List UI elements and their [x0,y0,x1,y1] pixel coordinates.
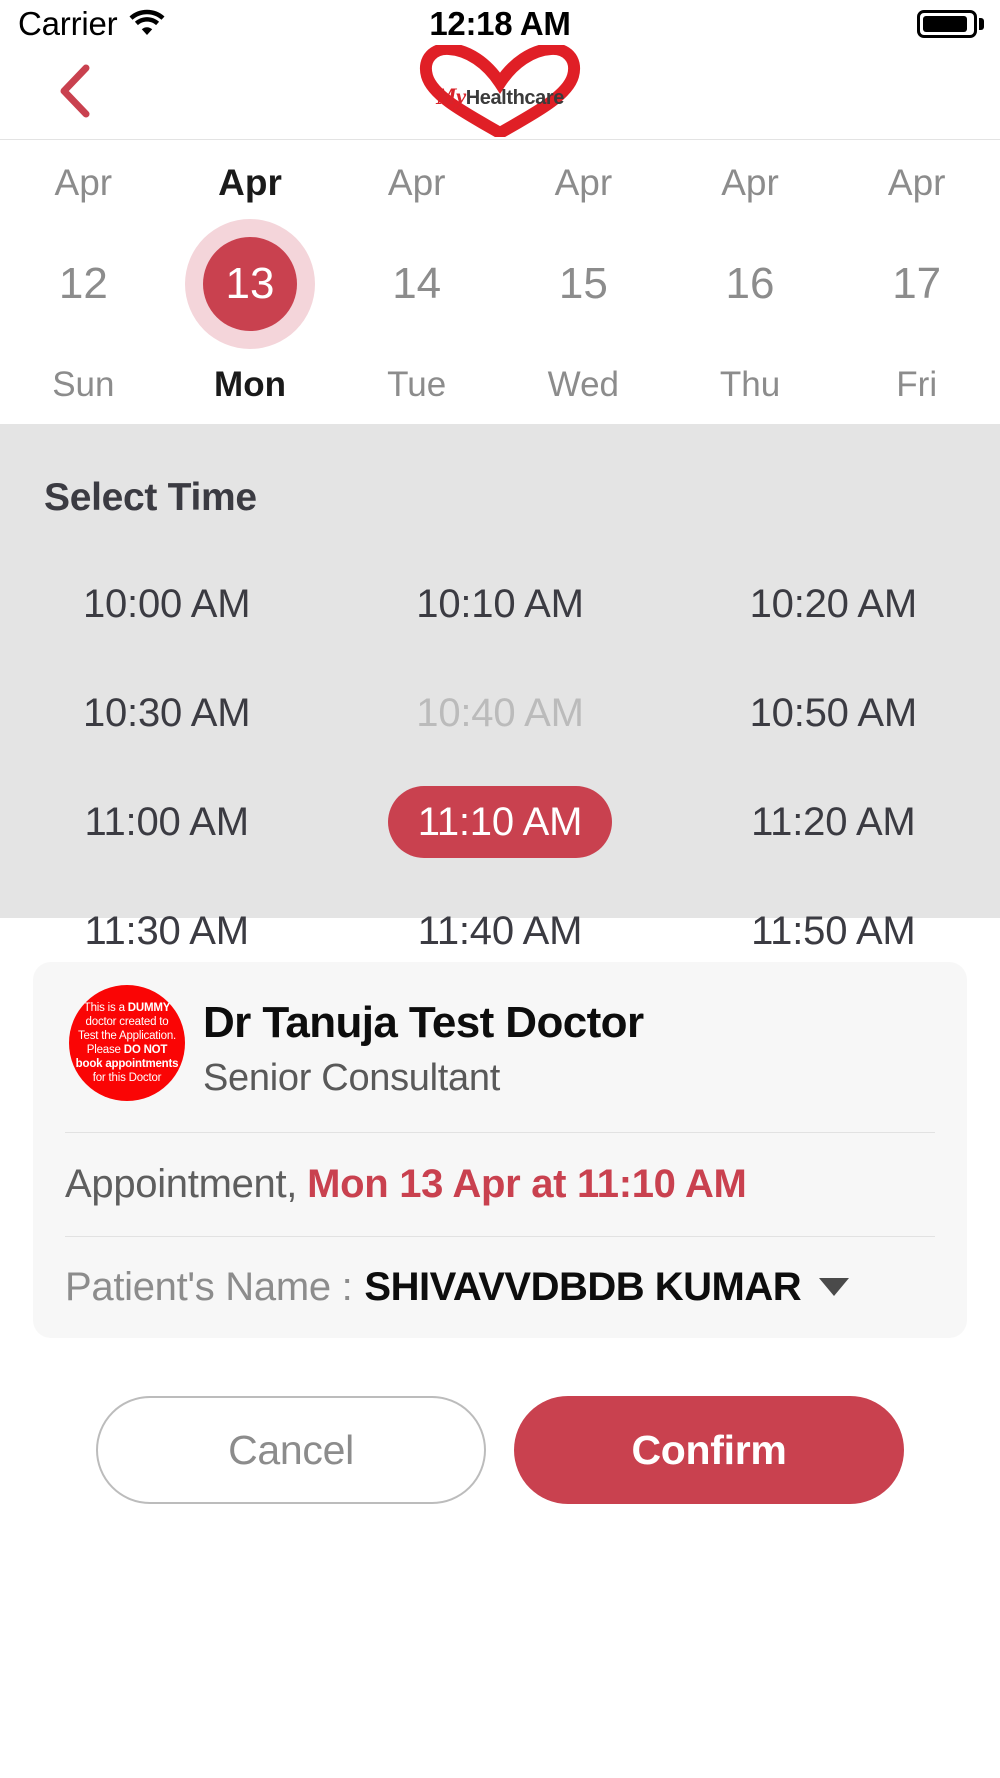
navigation-bar: My Healthcare [0,42,1000,140]
doctor-row: This is a DUMMY doctor created to Test t… [33,962,967,1129]
time-slot[interactable]: 10:30 AM [0,658,333,767]
date-weekday-label: Thu [719,364,781,404]
date-day-number: 17 [892,258,942,308]
patient-name-value: SHIVAVVDBDB KUMAR [364,1264,802,1309]
date-selector-strip[interactable]: Apr 12 Sun Apr 13 Mon Apr 14 Tue Apr 15 Wed Apr 16 Thu… [0,141,1000,424]
doctor-role: Senior Consultant [203,1057,500,1099]
time-slot-label: 10:30 AM [82,690,251,735]
time-slot[interactable]: 11:00 AM [0,767,333,876]
appointment-summary-row: Appointment, Mon 13 Apr at 11:10 AM [65,1132,935,1236]
back-button[interactable] [52,63,98,124]
chevron-down-icon[interactable] [819,1278,850,1296]
chevron-left-icon [55,63,95,124]
logo-wordmark: My Healthcare [436,84,564,110]
date-day-number: 15 [558,258,608,308]
date-month-label: Apr [554,161,613,203]
date-option-apr-13[interactable]: Apr 13 Mon [167,141,334,424]
confirm-button[interactable]: Confirm [514,1396,904,1504]
time-slot-label: 10:10 AM [416,581,584,626]
date-option-apr-12[interactable]: Apr 12 Sun [0,141,167,424]
time-slot-label: 10:00 AM [82,581,251,626]
date-number-wrap: 12 [18,219,148,349]
date-month-label: Apr [218,161,282,203]
date-weekday-label: Mon [214,364,286,404]
select-time-panel: Select Time 10:00 AM 10:10 AM 10:20 AM 10:3… [0,424,1000,951]
time-slot-label: 11:30 AM [84,908,249,953]
date-option-apr-17[interactable]: Apr 17 Fri [833,141,1000,424]
time-slot[interactable]: 11:20 AM [667,767,1000,876]
appointment-value: Mon 13 Apr at 11:10 AM [307,1161,747,1206]
select-time-title: Select Time [44,476,257,519]
date-number-wrap: 13 [185,218,315,349]
battery-full-icon [917,10,977,38]
date-day-number: 12 [58,258,108,308]
date-weekday-label: Wed [547,364,620,404]
date-weekday-label: Fri [896,364,938,404]
date-number-wrap: 14 [352,219,482,349]
cancel-button[interactable]: Cancel [96,1396,486,1504]
doctor-name: Dr Tanuja Test Doctor [203,998,644,1047]
avatar-warning-text: This is a DUMMY doctor created to Test t… [75,1001,179,1085]
patient-select-row[interactable]: Patient's Name : SHIVAVVDBDB KUMAR [65,1236,935,1338]
time-slot-label: 11:40 AM [417,908,583,953]
time-slot-label: 10:40 AM [416,690,584,735]
date-number-wrap: 17 [852,219,982,349]
time-slot-label: 10:20 AM [749,581,918,626]
date-number-wrap: 15 [518,219,648,349]
time-slot-label: 10:50 AM [749,690,918,735]
time-slot[interactable]: 10:00 AM [0,549,333,658]
date-month-label: Apr [54,161,113,203]
time-slot[interactable]: 10:20 AM [667,549,1000,658]
date-option-apr-15[interactable]: Apr 15 Wed [500,141,667,424]
appointment-label: Appointment, [65,1161,298,1206]
time-slot-grid[interactable]: 10:00 AM 10:10 AM 10:20 AM 10:30 AM 10:40 AM… [0,549,1000,985]
date-day-number: 13 [225,258,275,308]
battery-cap [979,18,984,30]
date-month-label: Apr [387,161,446,203]
logo-brand-secondary: Healthcare [465,86,565,109]
time-slot-label: 11:10 AM [387,785,613,858]
date-day-number: 16 [725,258,775,308]
status-bar-time: 12:18 AM [429,5,571,42]
date-number-wrap: 16 [685,219,815,349]
app-logo: My Healthcare [411,42,589,140]
date-option-apr-14[interactable]: Apr 14 Tue [333,141,500,424]
time-slot-label: 11:20 AM [751,799,916,844]
date-weekday-label: Tue [387,364,447,404]
action-button-row: Cancel Confirm [0,1390,1000,1510]
date-month-label: Apr [721,161,779,203]
date-day-number: 14 [392,258,442,308]
time-slot-label: 11:50 AM [751,908,916,953]
date-weekday-label: Sun [52,364,115,404]
status-bar: Carrier 12:18 AM [0,0,1000,48]
time-slot-label: 11:00 AM [84,799,249,844]
time-slot[interactable]: 10:10 AM [333,549,666,658]
logo-brand-primary: My [436,83,466,109]
patient-name-label: Patient's Name : [65,1264,353,1309]
date-month-label: Apr [887,161,946,203]
app-screen: Carrier 12:18 AM My Healthcare Apr 12 Su… [0,0,1000,1778]
time-slot[interactable]: 11:10 AM [333,767,666,876]
time-slot: 10:40 AM [333,658,666,767]
date-option-apr-16[interactable]: Apr 16 Thu [667,141,834,424]
dummy-doctor-badge-icon: This is a DUMMY doctor created to Test t… [69,985,185,1101]
time-slot[interactable]: 10:50 AM [667,658,1000,767]
appointment-detail-card: This is a DUMMY doctor created to Test t… [33,962,967,1338]
status-bar-right [917,10,984,38]
